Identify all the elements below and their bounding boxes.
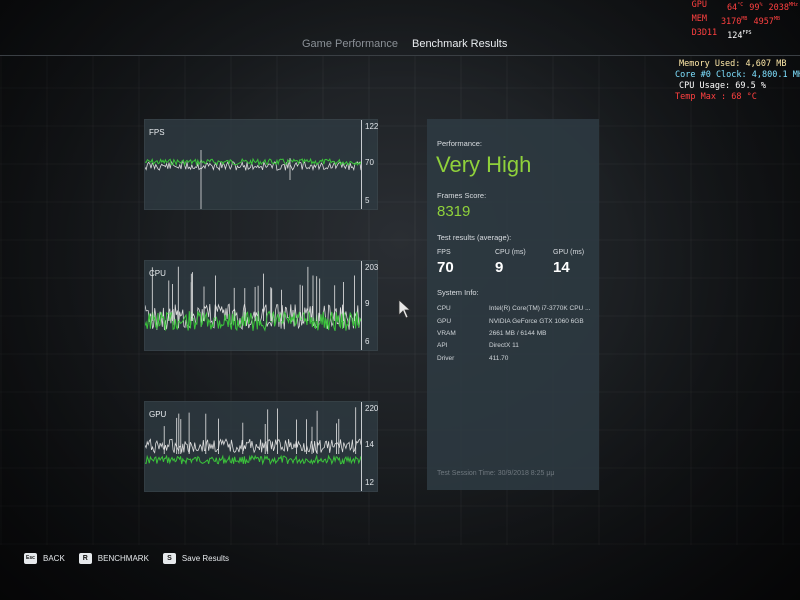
results-tabs: Game Performance Benchmark Results: [300, 38, 510, 56]
gpu-graph-plot: [145, 407, 361, 466]
fps-graph: FPS 122 70 5: [144, 119, 378, 210]
osd-core-clock: Core #0 Clock: 4,800.1 MHz: [675, 70, 800, 80]
test-results-label: Test results (average):: [437, 233, 512, 242]
system-row-driver: Driver 411.70: [437, 355, 509, 362]
system-row-gpu: GPU NVIDIA GeForce GTX 1060 6GB: [437, 318, 584, 325]
cpu-graph: CPU 203 9 6: [144, 260, 378, 351]
osd-gpu-load: 99%: [749, 2, 763, 13]
cpu-graph-axis: [361, 261, 362, 350]
system-row-cpu: CPU Intel(R) Core(TM) i7-3770K CPU ...: [437, 305, 591, 312]
system-row-vram: VRAM 2661 MB / 6144 MB: [437, 330, 547, 337]
osd-mem-used: 3170MB: [720, 15, 748, 27]
fps-line-green: [145, 157, 361, 167]
fps-graph-axis: [361, 120, 362, 209]
fps-graph-label: FPS: [149, 128, 165, 137]
mouse-cursor-icon: [398, 299, 412, 319]
osd-d3d-label: D3D11: [691, 27, 718, 38]
r-key-icon: R: [78, 553, 92, 564]
bottom-actions: Esc BACK R BENCHMARK S Save Results: [24, 553, 229, 564]
osd-memory-used: Memory Used: 4,607 MB: [679, 59, 787, 69]
gpu-tick-mid: 14: [365, 440, 374, 449]
osd-gpu-temp: 64°C: [726, 2, 744, 13]
cpu-graph-label: CPU: [149, 269, 166, 278]
fps-tick-max: 122: [365, 122, 379, 131]
fps-tick-mid: 70: [365, 158, 374, 167]
results-panel: Performance: Very High Frames Score: 831…: [427, 119, 599, 490]
tabs-divider: [0, 55, 800, 56]
gpu-tick-max: 220: [365, 404, 379, 413]
cpu-tick-mid: 9: [365, 299, 370, 308]
cpu-avg-value: 9: [495, 259, 504, 276]
gpu-graph-axis: [361, 402, 362, 491]
session-time: Test Session Time: 30/9/2018 8:25 μμ: [437, 470, 555, 477]
benchmark-label: BENCHMARK: [97, 554, 149, 563]
tab-game-performance[interactable]: Game Performance: [300, 38, 400, 56]
gpu-avg-label: GPU (ms): [553, 249, 585, 256]
fps-avg-label: FPS: [437, 249, 451, 256]
cpu-graph-plot: [145, 266, 361, 332]
frames-score-value: 8319: [437, 203, 471, 220]
gpu-graph: GPU 220 14 12: [144, 401, 378, 492]
osd-gpu-label: GPU: [691, 0, 707, 10]
fps-line-frame: [145, 160, 361, 172]
save-results-button[interactable]: S Save Results: [162, 553, 230, 564]
system-row-api: API DirectX 11: [437, 342, 519, 349]
esc-key-icon: Esc: [24, 553, 37, 564]
tab-benchmark-results[interactable]: Benchmark Results: [409, 38, 510, 56]
benchmark-button[interactable]: R BENCHMARK: [78, 553, 149, 564]
osd-mem-label: MEM: [691, 13, 707, 24]
osd-gpu-clock: 2038MHz: [768, 2, 798, 13]
gpu-line-frame: [145, 438, 361, 454]
osd-cpu-usage: CPU Usage: 69.5 %: [679, 81, 766, 91]
gpu-avg-value: 14: [553, 259, 570, 276]
back-label: BACK: [43, 554, 65, 563]
gpu-graph-label: GPU: [149, 410, 167, 419]
cpu-avg-label: CPU (ms): [495, 249, 526, 256]
fps-tick-min: 5: [365, 196, 370, 205]
system-info-label: System Info:: [437, 288, 479, 297]
gpu-line-green: [145, 454, 361, 466]
fps-graph-plot: [145, 150, 361, 209]
osd-fps: 124FPS: [727, 29, 752, 41]
performance-value: Very High: [436, 152, 532, 177]
osd-temp-max: Temp Max : 68 °C: [675, 92, 757, 102]
back-button[interactable]: Esc BACK: [24, 553, 65, 564]
gpu-tick-min: 12: [365, 478, 374, 487]
frames-score-label: Frames Score:: [437, 191, 487, 200]
osd-mem-other: 4957MB: [753, 15, 780, 27]
cpu-tick-min: 6: [365, 337, 370, 346]
fps-avg-value: 70: [437, 259, 454, 276]
osd-system-overlay: Memory Used: 4,607 MB Core #0 Clock: 4,8…: [675, 59, 800, 103]
performance-label: Performance:: [437, 139, 483, 148]
save-results-label: Save Results: [181, 554, 230, 563]
osd-overlay: GPU 64°C 99% 2038MHz MEM 3170MB 4957MB D…: [692, 0, 798, 41]
cpu-tick-max: 203: [365, 263, 379, 272]
s-key-icon: S: [162, 553, 176, 564]
